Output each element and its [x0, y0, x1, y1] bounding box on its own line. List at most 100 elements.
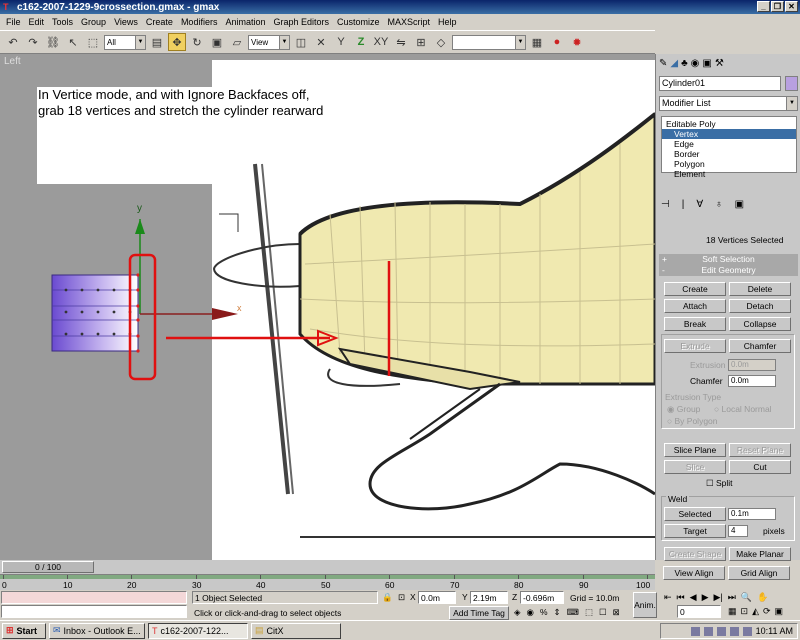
named-selection-icon[interactable]: ◇	[432, 33, 450, 51]
pin-stack-icon[interactable]: ⊣	[661, 199, 670, 210]
mirror-icon[interactable]: ⇋	[392, 33, 410, 51]
arc-rotate-icon[interactable]: ⟳	[763, 606, 771, 617]
create-tab-icon[interactable]: ✎	[659, 58, 667, 69]
clock[interactable]: 10:11 AM	[756, 626, 793, 636]
minimize-button[interactable]: _	[757, 1, 770, 12]
restrict-y-icon[interactable]: Y	[332, 33, 350, 51]
make-planar-button[interactable]: Make Planar	[729, 547, 791, 561]
y-coord-field[interactable]: 2.19m	[470, 591, 508, 604]
pivot-center-icon[interactable]: ◫	[292, 33, 310, 51]
menu-edit[interactable]: Edit	[25, 17, 49, 27]
taskbar-item-citx[interactable]: ▤ CitX	[251, 622, 341, 639]
x-coord-field[interactable]: 0.0m	[418, 591, 456, 604]
move-icon[interactable]: ✥	[168, 33, 186, 51]
gmax-app-icon[interactable]: T	[3, 2, 13, 12]
time-slider[interactable]: 0 / 100	[0, 560, 655, 574]
soft-selection-rollout[interactable]: + Soft Selection	[659, 254, 798, 265]
modify-tab-icon[interactable]: ◢	[670, 58, 678, 69]
split-checkbox[interactable]: ☐ Split	[706, 478, 733, 489]
menu-maxscript[interactable]: MAXScript	[384, 17, 435, 27]
menu-file[interactable]: File	[2, 17, 25, 27]
group-radio[interactable]: ◉ Group	[667, 404, 700, 415]
weld-target-button[interactable]: Target	[664, 524, 726, 538]
restrict-x-icon[interactable]: ✕	[312, 33, 330, 51]
restrict-z-icon[interactable]: Z	[352, 33, 370, 51]
scale-icon[interactable]: ▣	[208, 33, 226, 51]
create-shape-button[interactable]: Create Shape	[664, 547, 726, 561]
angle-snap-icon[interactable]: ◉	[527, 607, 534, 618]
attach-button[interactable]: Attach	[664, 299, 726, 313]
key-mode-icon[interactable]: ⇤	[664, 592, 672, 603]
degradation-icon[interactable]: ☐	[599, 607, 607, 618]
chamfer-spinner[interactable]: 0.0m	[728, 375, 776, 387]
menu-create[interactable]: Create	[142, 17, 177, 27]
pan-viewport-icon[interactable]: ✋	[757, 592, 768, 603]
quick-render-icon[interactable]: ✹	[568, 33, 586, 51]
utilities-tab-icon[interactable]: ⚒	[715, 58, 724, 69]
view-align-button[interactable]: View Align	[663, 566, 725, 580]
select-object-icon[interactable]: ↖	[64, 33, 82, 51]
absolute-mode-icon[interactable]: ⊡	[398, 592, 405, 603]
extrude-button[interactable]: Extrude	[664, 339, 726, 353]
chamfer-button[interactable]: Chamfer	[729, 339, 791, 353]
edit-geometry-rollout[interactable]: - Edit Geometry	[659, 265, 798, 276]
field-of-view-icon[interactable]: ◭	[752, 606, 759, 617]
spinner-snap-icon[interactable]: ⇕	[554, 607, 561, 618]
time-slider-knob[interactable]: 0 / 100	[2, 561, 94, 573]
prev-frame-icon[interactable]: ◀	[690, 592, 697, 603]
modifier-stack[interactable]: Editable Poly Vertex Edge Border Polygon…	[661, 116, 797, 179]
menu-views[interactable]: Views	[110, 17, 142, 27]
menu-modifiers[interactable]: Modifiers	[177, 17, 222, 27]
object-color-swatch[interactable]	[785, 76, 798, 91]
break-button[interactable]: Break	[664, 317, 726, 331]
grid-align-button[interactable]: Grid Align	[728, 566, 790, 580]
show-end-result-icon[interactable]: |	[682, 199, 685, 210]
go-to-end-icon[interactable]: ⏭	[728, 592, 736, 603]
stack-item-polygon[interactable]: Polygon	[662, 159, 796, 169]
local-normal-radio[interactable]: ○ Local Normal	[714, 404, 772, 414]
play-icon[interactable]: ▶	[702, 592, 709, 603]
go-to-start-icon[interactable]: ⏮	[677, 592, 685, 603]
selection-filter-dropdown[interactable]: All ▼	[104, 34, 146, 50]
rectangular-region-icon[interactable]: ⬚	[84, 33, 102, 51]
tray-icon[interactable]	[690, 626, 700, 636]
remove-modifier-icon[interactable]: ♁	[715, 199, 723, 210]
cut-button[interactable]: Cut	[729, 460, 791, 474]
stack-item-vertex[interactable]: Vertex	[662, 129, 796, 139]
create-button[interactable]: Create	[664, 282, 726, 296]
tray-icon[interactable]	[742, 626, 752, 636]
restore-button[interactable]: ❐	[771, 1, 784, 12]
stack-item-editable-poly[interactable]: Editable Poly	[662, 119, 796, 129]
render-icon[interactable]: ●	[548, 33, 566, 51]
delete-button[interactable]: Delete	[729, 282, 791, 296]
stack-item-edge[interactable]: Edge	[662, 139, 796, 149]
stack-item-element[interactable]: Element	[662, 169, 796, 179]
configure-sets-icon[interactable]: ▣	[735, 199, 744, 210]
slice-button[interactable]: Slice	[664, 460, 726, 474]
maximize-viewport-icon[interactable]: ▣	[775, 606, 784, 617]
named-selection-sets-dropdown[interactable]: ▼	[452, 34, 526, 50]
time-config-icon[interactable]: ▦	[728, 606, 737, 617]
by-polygon-radio[interactable]: ○ By Polygon	[667, 416, 718, 426]
align-icon[interactable]: ⊞	[412, 33, 430, 51]
snap-toggle-icon[interactable]: ◈	[514, 607, 521, 618]
start-button[interactable]: ⊞ Start	[2, 622, 46, 639]
track-bar[interactable]: 0 10 20 30 40 50 60 70 80 90 100	[0, 574, 655, 590]
maxscript-input[interactable]	[1, 605, 187, 618]
reference-coord-dropdown[interactable]: View ▼	[248, 34, 290, 50]
select-by-name-icon[interactable]: ▤	[148, 33, 166, 51]
lock-selection-icon[interactable]: 🔒	[382, 592, 393, 603]
hierarchy-tab-icon[interactable]: ♣	[681, 58, 688, 69]
next-frame-icon[interactable]: ▶|	[714, 592, 723, 603]
close-button[interactable]: ✕	[785, 1, 798, 12]
target-pixels-spinner[interactable]: 4	[728, 525, 748, 537]
add-time-tag-button[interactable]: Add Time Tag	[449, 606, 509, 620]
ik-icon[interactable]: ⊠	[613, 607, 620, 618]
zoom-viewport-icon[interactable]: 🔍	[741, 592, 752, 603]
viewport-label[interactable]: Left	[4, 56, 21, 67]
redo-icon[interactable]: ↷	[24, 33, 42, 51]
modifier-list-dropdown[interactable]: Modifier List ▼	[659, 96, 798, 111]
maxscript-listener-mini[interactable]	[1, 591, 187, 604]
squash-icon[interactable]: ▱	[228, 33, 246, 51]
extrusion-spinner[interactable]: 0.0m	[728, 359, 776, 371]
